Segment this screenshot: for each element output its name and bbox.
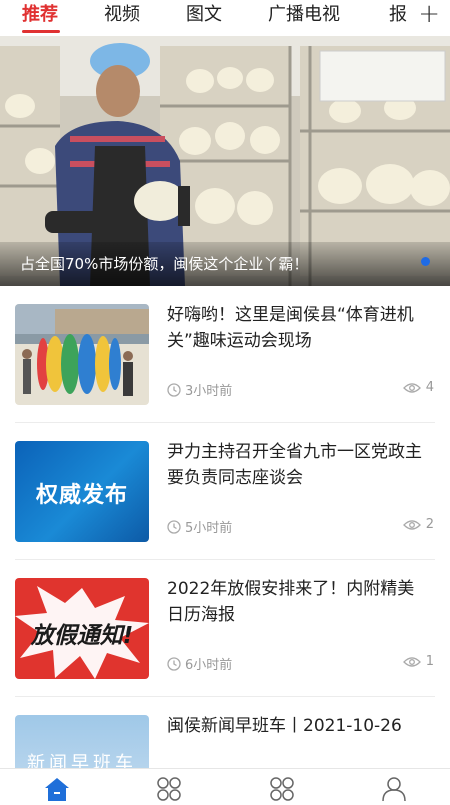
nav-home[interactable]: [42, 775, 72, 801]
clock-icon: [167, 656, 181, 671]
news-thumbnail: 新闻早班车: [15, 715, 149, 768]
tab-video[interactable]: 视频: [104, 2, 140, 28]
thumbnail-text: 放假通知!: [30, 623, 134, 649]
news-time: 3小时前: [185, 384, 233, 399]
active-tab-indicator: [22, 30, 60, 33]
tab-recommend[interactable]: 推荐: [22, 2, 58, 28]
tab-broadcast-tv[interactable]: 广播电视: [268, 2, 340, 28]
news-thumbnail: 放假通知!: [15, 578, 149, 679]
hero-banner[interactable]: 占全国70%市场份额，闽侯这个企业丫霸！: [0, 36, 450, 286]
eye-icon: [402, 382, 421, 393]
clock-icon: [167, 519, 181, 534]
news-thumbnail: [15, 304, 149, 405]
eye-icon: [402, 519, 421, 530]
news-item[interactable]: 新闻早班车 闽侯新闻早班车丨2021-10-26: [0, 697, 450, 768]
user-icon: [382, 777, 406, 802]
news-thumbnail: 权威发布: [15, 441, 149, 542]
grid-icon: [270, 777, 294, 801]
news-views: 4: [425, 380, 434, 395]
home-icon: [45, 778, 69, 801]
news-time: 5小时前: [185, 521, 233, 536]
nav-grid-2[interactable]: [268, 775, 298, 801]
grid-icon: [157, 777, 181, 801]
news-title: 2022年放假安排来了！内附精美日历海报: [167, 579, 415, 625]
news-title: 尹力主持召开全省九市一区党政主要负责同志座谈会: [167, 442, 422, 488]
news-title: 好嗨哟！这里是闽侯县“体育进机关”趣味运动会现场: [167, 305, 414, 351]
thumbnail-text: 新闻早班车: [27, 753, 137, 768]
eye-icon: [402, 656, 421, 667]
hero-caption: 占全国70%市场份额，闽侯这个企业丫霸！: [20, 255, 309, 273]
clock-icon: [167, 382, 181, 397]
news-title: 闽侯新闻早班车丨2021-10-26: [167, 716, 402, 736]
plus-icon[interactable]: +: [418, 0, 440, 28]
news-views: 2: [425, 517, 434, 532]
nav-profile[interactable]: [380, 775, 410, 802]
carousel-indicator[interactable]: [421, 257, 430, 266]
news-item[interactable]: 好嗨哟！这里是闽侯县“体育进机关”趣味运动会现场 3小时前 4: [0, 286, 450, 423]
tab-image-text[interactable]: 图文: [186, 2, 222, 28]
news-item[interactable]: 放假通知! 2022年放假安排来了！内附精美日历海报 6小时前 1: [0, 560, 450, 697]
tab-newspaper[interactable]: 报: [389, 2, 407, 28]
news-item[interactable]: 权威发布 尹力主持召开全省九市一区党政主要负责同志座谈会 5小时前 2: [0, 423, 450, 560]
nav-grid-1[interactable]: [155, 775, 185, 801]
bottom-navigation: [0, 768, 450, 802]
news-views: 1: [425, 654, 434, 669]
news-time: 6小时前: [185, 658, 233, 673]
thumbnail-text: 权威发布: [35, 483, 128, 508]
top-tab-bar: 推荐 视频 图文 广播电视 报 +: [0, 0, 450, 36]
